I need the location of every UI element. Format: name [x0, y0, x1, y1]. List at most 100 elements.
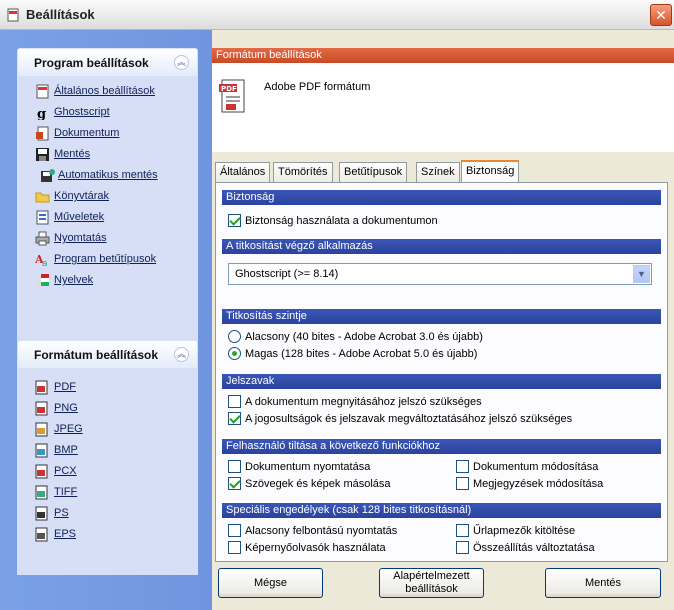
pdf-format-icon	[35, 380, 48, 395]
section-encrypt-app: A titkosítást végző alkalmazás	[222, 239, 661, 254]
window-title: Beállítások	[26, 7, 95, 22]
checkbox-icon[interactable]	[228, 214, 241, 227]
svg-text:g: g	[37, 107, 46, 120]
checkbox-icon[interactable]	[456, 477, 469, 490]
fonts-icon: Aa	[35, 253, 48, 267]
sidebar-item-printing[interactable]: Nyomtatás	[18, 229, 197, 250]
low-res-print-checkbox[interactable]: Alacsony felbontású nyomtatás	[228, 524, 397, 537]
format-header: Formátum beállítások PDF Adobe PDF formá…	[212, 48, 674, 152]
deny-print-checkbox[interactable]: Dokumentum nyomtatása	[228, 460, 370, 473]
format-settings-header[interactable]: Formátum beállítások ︽	[18, 341, 197, 368]
sidebar-item-program-fonts[interactable]: Aa Program betűtípusok	[18, 250, 197, 271]
level-high-radio[interactable]: Magas (128 bites - Adobe Acrobat 5.0 és …	[228, 347, 477, 360]
checkbox-icon[interactable]	[228, 524, 241, 537]
close-button[interactable]: ✕	[650, 4, 672, 26]
section-special-permissions: Speciális engedélyek (csak 128 bites tit…	[222, 503, 661, 518]
sidebar-item-save[interactable]: Mentés	[18, 145, 197, 166]
chevron-down-icon[interactable]: ▼	[633, 265, 650, 283]
permissions-password-checkbox[interactable]: A jogosultságok és jelszavak megváltozta…	[228, 412, 572, 425]
left-pane: Program beállítások ︽ Általános beállítá…	[0, 30, 212, 610]
sidebar-item-languages[interactable]: Nyelvek	[18, 271, 197, 292]
checkbox-icon[interactable]	[456, 541, 469, 554]
ps-format-icon	[35, 506, 48, 521]
change-assembly-checkbox[interactable]: Összeállítás változtatása	[456, 541, 595, 554]
autosave-icon	[41, 169, 55, 182]
tab-security[interactable]: Biztonság	[461, 160, 520, 183]
section-deny-user: Felhasználó tiltása a következő funkciók…	[222, 439, 661, 454]
radio-icon[interactable]	[228, 330, 241, 343]
radio-icon[interactable]	[228, 347, 241, 360]
save-button[interactable]: Mentés	[545, 568, 661, 598]
screen-readers-checkbox[interactable]: Képernyőolvasók használata	[228, 541, 386, 554]
svg-text:PDF: PDF	[221, 85, 237, 93]
right-pane: Formátum beállítások PDF Adobe PDF formá…	[212, 30, 674, 610]
sidebar-item-ps[interactable]: PS	[18, 504, 197, 525]
jpeg-format-icon	[35, 422, 48, 437]
open-password-checkbox[interactable]: A dokumentum megnyitásához jelszó szüksé…	[228, 395, 482, 408]
encrypt-app-select[interactable]: Ghostscript (>= 8.14) ▼	[228, 263, 652, 285]
pdf-file-icon: PDF	[219, 79, 245, 113]
level-low-radio[interactable]: Alacsony (40 bites - Adobe Acrobat 3.0 é…	[228, 330, 483, 343]
title-bar: Beállítások ✕	[0, 0, 674, 30]
program-settings-panel: Program beállítások ︽ Általános beállítá…	[17, 48, 198, 342]
sidebar-item-bmp[interactable]: BMP	[18, 441, 197, 462]
section-passwords: Jelszavak	[222, 374, 661, 389]
sidebar-item-actions[interactable]: Műveletek	[18, 208, 197, 229]
tab-colors[interactable]: Színek	[416, 162, 460, 182]
bmp-format-icon	[35, 443, 48, 458]
use-security-checkbox[interactable]: Biztonság használata a dokumentumon	[228, 214, 438, 227]
sidebar-item-eps[interactable]: EPS	[18, 525, 197, 546]
svg-text:a: a	[42, 259, 48, 267]
checkbox-icon[interactable]	[228, 395, 241, 408]
checkbox-icon[interactable]	[228, 541, 241, 554]
checkbox-icon[interactable]	[456, 460, 469, 473]
section-encryption-level: Titkosítás szintje	[222, 309, 661, 324]
app-icon	[7, 8, 19, 22]
cancel-button[interactable]: Mégse	[218, 568, 323, 598]
tab-fonts[interactable]: Betűtípusok	[339, 162, 408, 182]
sidebar-item-png[interactable]: PNG	[18, 399, 197, 420]
security-tab-panel: Biztonság Biztonság használata a dokumen…	[215, 182, 668, 562]
sidebar-item-document[interactable]: Dokumentum	[18, 124, 197, 145]
sidebar-item-tiff[interactable]: TIFF	[18, 483, 197, 504]
restore-defaults-button[interactable]: Alapértelmezett beállítások	[379, 568, 484, 598]
deny-copy-checkbox[interactable]: Szövegek és képek másolása	[228, 477, 391, 490]
checkbox-icon[interactable]	[228, 477, 241, 490]
deny-annotations-checkbox[interactable]: Megjegyzések módosítása	[456, 477, 603, 490]
collapse-icon[interactable]: ︽	[174, 55, 189, 70]
program-settings-header[interactable]: Program beállítások ︽	[18, 49, 197, 76]
language-icon	[36, 274, 49, 287]
program-settings-title: Program beállítások	[34, 56, 149, 70]
sidebar-item-general[interactable]: Általános beállítások	[18, 82, 197, 103]
format-settings-panel: Formátum beállítások ︽ PDF PNG JPEG BMP	[17, 340, 198, 575]
actions-icon	[36, 210, 49, 225]
section-security: Biztonság	[222, 190, 661, 205]
deny-modify-checkbox[interactable]: Dokumentum módosítása	[456, 460, 598, 473]
checkbox-icon[interactable]	[228, 412, 241, 425]
sidebar-item-jpeg[interactable]: JPEG	[18, 420, 197, 441]
png-format-icon	[35, 401, 48, 416]
printer-icon	[35, 231, 50, 246]
tiff-format-icon	[35, 485, 48, 500]
collapse-icon[interactable]: ︽	[174, 347, 189, 362]
sidebar-item-ghostscript[interactable]: g Ghostscript	[18, 103, 197, 124]
sidebar-item-directories[interactable]: Könyvtárak	[18, 187, 197, 208]
pcx-format-icon	[35, 464, 48, 479]
tab-compression[interactable]: Tömörítés	[273, 162, 333, 182]
checkbox-icon[interactable]	[228, 460, 241, 473]
fill-forms-checkbox[interactable]: Űrlapmezők kitöltése	[456, 524, 575, 537]
eps-format-icon	[35, 527, 48, 542]
settings-icon	[36, 84, 49, 99]
sidebar-item-pcx[interactable]: PCX	[18, 462, 197, 483]
folder-icon	[35, 192, 50, 203]
document-icon	[36, 126, 49, 141]
tab-general[interactable]: Általános	[215, 162, 271, 182]
sidebar-item-pdf[interactable]: PDF	[18, 378, 197, 399]
format-header-bar: Formátum beállítások	[212, 48, 674, 63]
ghostscript-icon: g	[37, 107, 46, 120]
format-settings-title: Formátum beállítások	[34, 348, 159, 362]
checkbox-icon[interactable]	[456, 524, 469, 537]
format-name: Adobe PDF formátum	[264, 81, 371, 93]
save-icon	[36, 148, 49, 161]
sidebar-item-autosave[interactable]: Automatikus mentés	[18, 166, 197, 187]
